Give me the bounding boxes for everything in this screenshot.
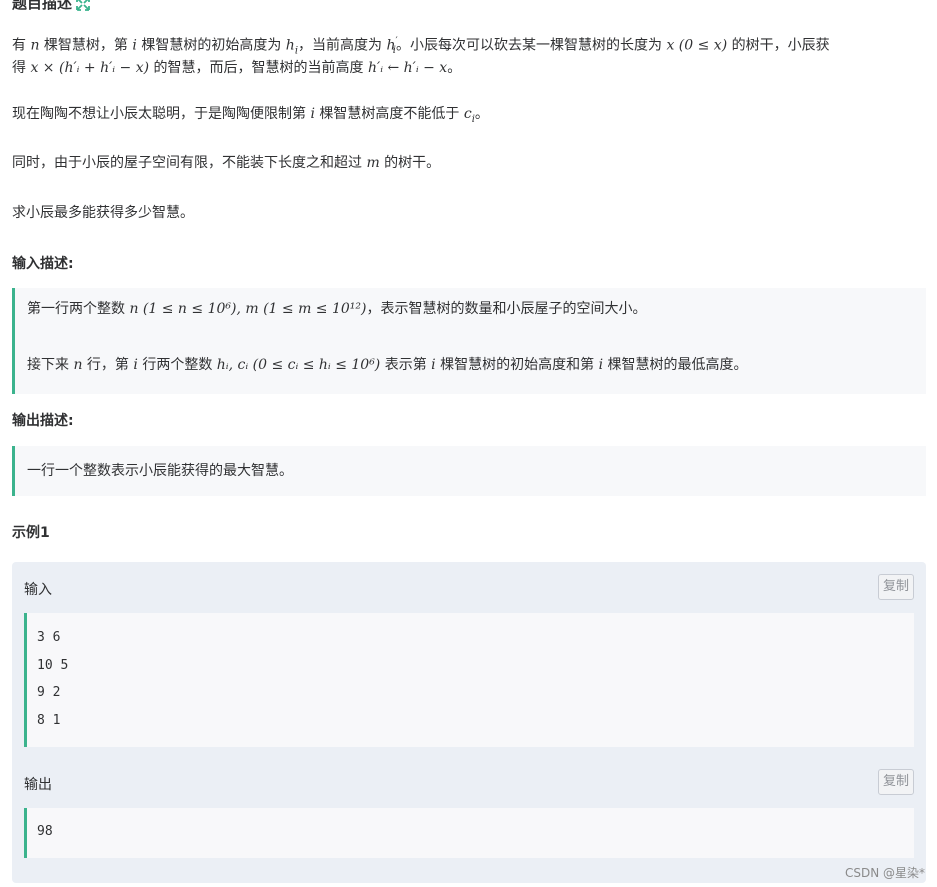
math-h: h [285,37,295,54]
expand-icon[interactable] [76,0,90,11]
watermark: CSDN @星染* [844,866,925,880]
example-panel: 输入 复制 3 6 10 5 9 2 8 1 输出 复制 98 [12,562,926,883]
input-desc-block: 第一行两个整数 n (1 ≤ n ≤ 10⁶), m (1 ≤ m ≤ 10¹²… [12,288,926,394]
math-m: m [366,155,380,171]
text: 有 [12,37,31,54]
text: 棵智慧树高度不能低于 [314,106,464,122]
text: 得 [12,60,31,76]
example-output-label: 输出 [24,777,52,793]
problem-title-text: 题目描述 [12,0,73,12]
code-line: 10 5 [37,658,69,673]
input-desc-heading: 输入描述: [12,256,74,272]
text: ，表示智慧树的数量和小辰屋子的空间大小。 [366,301,647,317]
statement-para-3: 同时，由于小辰的屋子空间有限，不能装下长度之和超过 m 的树干。 [12,150,440,176]
text: 行两个整数 [137,357,217,373]
code-line: 98 [37,824,53,839]
text: 表示第 [380,357,432,373]
text: 的智慧，而后，智慧树的当前高度 [149,60,368,76]
math-constraints: n (1 ≤ n ≤ 10⁶), m (1 ≤ m ≤ 10¹²) [129,301,367,317]
text: 棵智慧树，第 [39,37,133,54]
text: 现在陶陶不想让小辰太聪明，于是陶陶便限制第 [12,106,311,122]
copy-output-button[interactable]: 复制 [878,769,914,795]
example-output-code[interactable]: 98 [24,808,914,858]
output-desc-heading: 输出描述: [12,413,74,429]
input-desc-line-2: 接下来 n 行，第 i 行两个整数 hᵢ, cᵢ (0 ≤ cᵢ ≤ hᵢ ≤ … [27,354,748,374]
text: 棵智慧树的初始高度和第 [435,357,599,373]
math-assign: h′ᵢ ← h′ᵢ − x [368,60,448,76]
example-heading: 示例1 [12,525,50,541]
statement-para-2: 现在陶陶不想让小辰太聪明，于是陶陶便限制第 i 棵智慧树高度不能低于 ci。 [12,101,489,133]
text: 行，第 [82,357,134,373]
math-constraints: hᵢ, cᵢ (0 ≤ cᵢ ≤ hᵢ ≤ 10⁶) [216,357,381,373]
problem-title: 题目描述 [12,0,90,13]
text: 棵智慧树的初始高度为 [136,37,286,54]
example-input-label: 输入 [24,582,52,598]
text: 的树干。 [379,155,441,171]
example-input-code[interactable]: 3 6 10 5 9 2 8 1 [24,613,914,747]
input-desc-line-1: 第一行两个整数 n (1 ≤ n ≤ 10⁶), m (1 ≤ m ≤ 10¹²… [27,298,647,318]
output-desc-line-1: 一行一个整数表示小辰能获得的最大智慧。 [27,463,293,479]
math-cond: (0 ≤ x) [678,37,728,54]
text: ，当前高度为 [298,37,387,54]
statement-line-2: 得 x × (h′ᵢ + h′ᵢ − x) 的智慧，而后，智慧树的当前高度 h′… [12,55,461,81]
text: 同时，由于小辰的屋子空间有限，不能装下长度之和超过 [12,155,367,171]
math-c: c [463,106,472,122]
text: 第一行两个整数 [27,301,130,317]
code-line: 3 6 [37,630,61,645]
math-expr: x × (h′ᵢ + h′ᵢ − x) [30,60,150,76]
text: 接下来 [27,357,74,373]
text: 棵智慧树的最低高度。 [603,357,748,373]
copy-input-button[interactable]: 复制 [878,574,914,600]
text: 。 [474,106,489,122]
math-x: x [666,37,675,54]
code-line: 8 1 [37,713,61,728]
text: 的树干，小辰获 [727,37,830,54]
text: 。小辰每次可以砍去某一棵智慧树的长度为 [395,37,667,54]
text: 。 [447,60,462,76]
code-line: 9 2 [37,685,61,700]
statement-para-4: 求小辰最多能获得多少智慧。 [12,205,194,221]
output-desc-block: 一行一个整数表示小辰能获得的最大智慧。 [12,446,926,496]
